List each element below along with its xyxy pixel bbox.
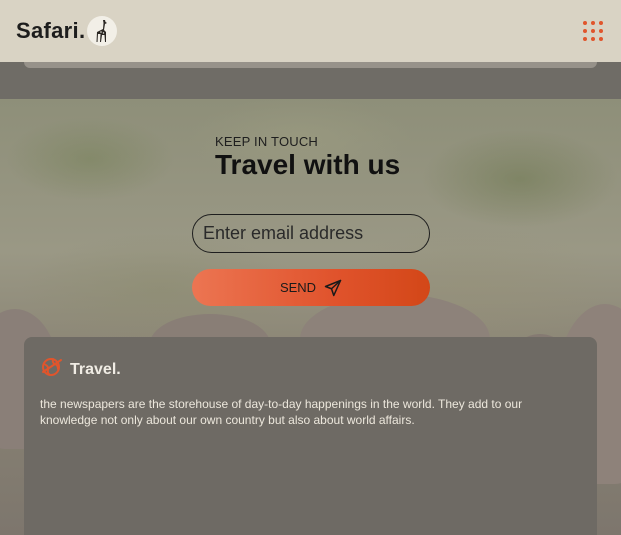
brand-name: Safari.: [16, 18, 86, 43]
footer-brand[interactable]: Travel.: [40, 355, 581, 384]
site-header: Safari.: [0, 0, 621, 62]
footer-description: the newspapers are the storehouse of day…: [40, 397, 523, 427]
content-card-edge: [24, 62, 597, 68]
section-title: Travel with us: [215, 149, 401, 180]
footer-brand-name: Travel.: [70, 360, 121, 378]
travel-globe-icon: [40, 355, 64, 384]
newsletter-section: KEEP IN TOUCH Travel with us SEND Travel…: [0, 99, 621, 535]
send-button-label: SEND: [279, 280, 317, 295]
brand-logo[interactable]: Safari.: [16, 16, 118, 46]
footer-card: Travel. the newspapers are the storehous…: [24, 337, 597, 535]
send-button[interactable]: SEND: [192, 269, 430, 306]
send-icon: [324, 279, 342, 297]
email-input[interactable]: [192, 214, 430, 253]
header-underlay: [0, 62, 621, 100]
menu-grid-icon[interactable]: [583, 21, 603, 41]
giraffe-icon: [87, 16, 118, 46]
section-kicker: KEEP IN TOUCH: [215, 134, 319, 149]
